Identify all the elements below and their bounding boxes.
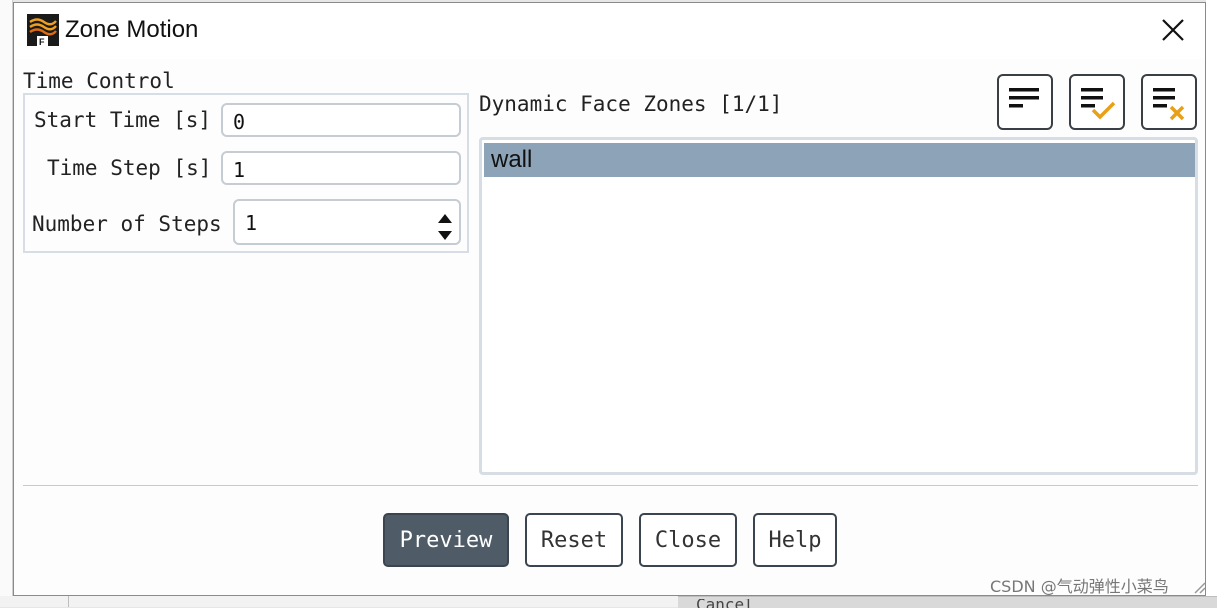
lines-cross-icon [1153, 88, 1185, 121]
start-time-input[interactable]: 0 [221, 103, 461, 137]
number-of-steps-value: 1 [245, 211, 258, 235]
time-step-label: Time Step [s] [47, 156, 212, 180]
preview-button[interactable]: Preview [383, 513, 509, 567]
spinner-arrows-icon[interactable] [438, 209, 452, 245]
fluent-app-icon: F [27, 14, 59, 46]
time-step-input[interactable]: 1 [221, 151, 461, 185]
select-all-button[interactable] [1069, 74, 1125, 130]
background-window-edge [0, 0, 13, 607]
title-bar: F Zone Motion [14, 3, 1205, 59]
zone-motion-dialog: F Zone Motion Time Control Start Time [s… [13, 2, 1206, 596]
dynamic-face-zones-label: Dynamic Face Zones [1/1] [479, 92, 783, 116]
number-of-steps-label: Number of Steps [32, 212, 222, 236]
start-time-label: Start Time [s] [34, 108, 212, 132]
background-window-edge-right [1206, 0, 1217, 607]
svg-text:F: F [39, 37, 45, 46]
background-panel: Cancel [678, 596, 1217, 608]
close-button[interactable]: Close [639, 513, 737, 567]
list-view-button[interactable] [997, 74, 1053, 130]
time-control-group-label: Time Control [23, 69, 175, 93]
close-icon[interactable] [1160, 17, 1186, 43]
help-button[interactable]: Help [753, 513, 837, 567]
background-divider [68, 596, 69, 607]
resize-grip-icon[interactable] [1190, 578, 1206, 594]
lines-icon [1009, 88, 1039, 108]
number-of-steps-input[interactable]: 1 [233, 199, 461, 245]
lines-check-icon [1081, 88, 1116, 120]
reset-button[interactable]: Reset [525, 513, 623, 567]
dynamic-face-zones-list[interactable]: wall [479, 137, 1198, 475]
dialog-title: Zone Motion [65, 16, 199, 43]
watermark: CSDN @气动弹性小菜鸟 [990, 577, 1169, 596]
list-item[interactable]: wall [484, 143, 1195, 177]
time-control-group: Start Time [s] 0 Time Step [s] 1 Number … [23, 93, 469, 253]
separator [23, 485, 1198, 486]
deselect-all-button[interactable] [1141, 74, 1197, 130]
